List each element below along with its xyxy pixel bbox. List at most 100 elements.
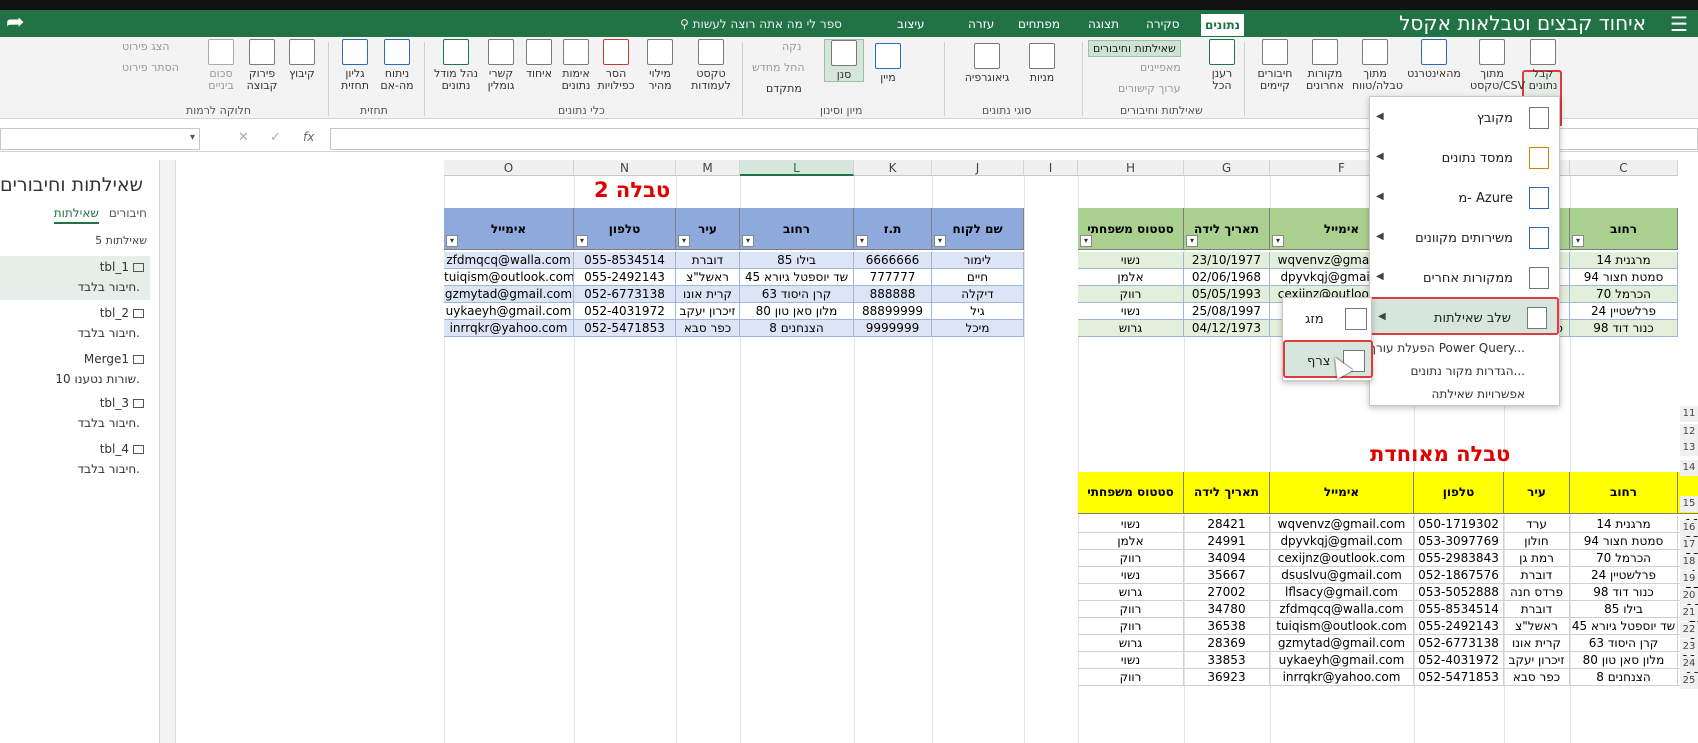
- menu-review[interactable]: סקירה: [1146, 17, 1180, 31]
- table2-cell[interactable]: tuiqism@outlook.com: [444, 269, 574, 286]
- merged-cell[interactable]: נשוי: [1078, 516, 1184, 533]
- table2-cell[interactable]: כפר סבא: [676, 320, 740, 337]
- geography-button[interactable]: גיאוגרפיה: [958, 43, 1016, 84]
- name-box[interactable]: ▾: [0, 128, 200, 150]
- merged-header[interactable]: רחוב: [1570, 472, 1678, 514]
- merged-cell[interactable]: inrrqkr@yahoo.com: [1270, 669, 1414, 686]
- table2-cell[interactable]: גיל: [932, 303, 1024, 320]
- table2-cell[interactable]: inrrqkr@yahoo.com: [444, 320, 574, 337]
- table2-cell[interactable]: לימור: [932, 252, 1024, 269]
- table2-cell[interactable]: מיכל: [932, 320, 1024, 337]
- merged-cell[interactable]: זיכרון יעקב: [1504, 652, 1570, 669]
- merged-cell[interactable]: 28369: [1184, 635, 1270, 652]
- merged-cell[interactable]: רווק: [1078, 669, 1184, 686]
- from-text-button[interactable]: מתוך טקסט/CSV: [1470, 39, 1525, 92]
- row-header[interactable]: 15: [1680, 496, 1698, 512]
- menu-design[interactable]: עיצוב: [897, 17, 925, 31]
- enter-icon[interactable]: ✓: [270, 130, 281, 145]
- merged-cell[interactable]: 053-5052888: [1414, 584, 1504, 601]
- merged-cell[interactable]: 27002: [1184, 584, 1270, 601]
- merged-cell[interactable]: רווק: [1078, 550, 1184, 567]
- menu-view[interactable]: תצוגה: [1088, 17, 1119, 31]
- data-source-settings[interactable]: הגדרות מקור נתונים...: [1411, 364, 1525, 378]
- table2-cell[interactable]: דיקלה: [932, 286, 1024, 303]
- edit-links-button[interactable]: ערוך קישורים: [1118, 82, 1181, 95]
- merged-cell[interactable]: 052-6773138: [1414, 635, 1504, 652]
- merged-cell[interactable]: קרית אונו: [1504, 635, 1570, 652]
- merged-cell[interactable]: 055-2492143: [1414, 618, 1504, 635]
- query-item[interactable]: tbl_2 חיבור בלבד.: [0, 302, 150, 346]
- column-header-g[interactable]: G: [1184, 160, 1270, 176]
- vertical-scrollbar[interactable]: [160, 160, 176, 743]
- merged-cell[interactable]: tuiqism@outlook.com: [1270, 618, 1414, 635]
- hide-detail-button[interactable]: הסתר פירוט: [122, 61, 179, 74]
- column-header-i[interactable]: I: [1024, 160, 1078, 176]
- remove-duplicates-button[interactable]: הסר כפילויות: [594, 39, 638, 92]
- merged-cell[interactable]: כנור דוד 98: [1570, 584, 1678, 601]
- consolidate-button[interactable]: איחוד: [522, 39, 556, 80]
- merged-cell[interactable]: 055-2983843: [1414, 550, 1504, 567]
- table2-cell[interactable]: קרית אונו: [676, 286, 740, 303]
- from-web-button[interactable]: מהאינטרנט: [1404, 39, 1464, 80]
- merged-cell[interactable]: אלמן: [1078, 533, 1184, 550]
- menu-help[interactable]: עזרה: [968, 17, 994, 31]
- merged-cell[interactable]: 053-3097769: [1414, 533, 1504, 550]
- menu-data[interactable]: נתונים: [1201, 14, 1245, 36]
- merged-cell[interactable]: רווק: [1078, 618, 1184, 635]
- merged-cell[interactable]: רמת גן: [1504, 550, 1570, 567]
- recent-sources-button[interactable]: מקורות אחרונים: [1302, 39, 1348, 92]
- clear-button[interactable]: נקה: [782, 40, 801, 53]
- column-header-k[interactable]: K: [854, 160, 932, 176]
- merged-cell[interactable]: גרוש: [1078, 584, 1184, 601]
- filter-dropdown-icon[interactable]: ▾: [1186, 235, 1198, 247]
- merged-cell[interactable]: חולון: [1504, 533, 1570, 550]
- merged-cell[interactable]: נשוי: [1078, 652, 1184, 669]
- table1-header[interactable]: סטטוס משפחתי ▾: [1078, 208, 1184, 250]
- filter-dropdown-icon[interactable]: ▾: [1080, 235, 1092, 247]
- table1-cell[interactable]: הכרמל 70: [1570, 286, 1678, 303]
- table2-header[interactable]: עיר ▾: [676, 208, 740, 250]
- table2-cell[interactable]: בילו 85: [740, 252, 854, 269]
- get-data-button[interactable]: קבל נתונים: [1525, 39, 1561, 92]
- table2-cell[interactable]: uykaeyh@gmail.com: [444, 303, 574, 320]
- table2-cell[interactable]: שד יוספטל גיורא 45: [740, 269, 854, 286]
- merged-cell[interactable]: 28421: [1184, 516, 1270, 533]
- table2-cell[interactable]: 052-5471853: [574, 320, 676, 337]
- tab-connections[interactable]: חיבורים: [109, 206, 147, 220]
- merged-cell[interactable]: 34780: [1184, 601, 1270, 618]
- column-header-o[interactable]: O: [444, 160, 574, 176]
- ungroup-button[interactable]: פירוק קבוצה: [242, 39, 282, 92]
- column-header-m[interactable]: M: [676, 160, 740, 176]
- merged-cell[interactable]: נשוי: [1078, 567, 1184, 584]
- merged-cell[interactable]: 055-8534514: [1414, 601, 1504, 618]
- table2-header[interactable]: ת.ז ▾: [854, 208, 932, 250]
- merged-cell[interactable]: בילו 85: [1570, 601, 1678, 618]
- merged-cell[interactable]: 34094: [1184, 550, 1270, 567]
- merged-cell[interactable]: uykaeyh@gmail.com: [1270, 652, 1414, 669]
- table1-cell[interactable]: נשוי: [1078, 252, 1184, 269]
- merged-cell[interactable]: 052-5471853: [1414, 669, 1504, 686]
- table2-header[interactable]: טלפון ▾: [574, 208, 676, 250]
- table2-cell[interactable]: gzmytad@gmail.com: [444, 286, 574, 303]
- from-table-button[interactable]: מתוך טבלה/טווח: [1352, 39, 1403, 92]
- sort-button[interactable]: מיין: [872, 43, 904, 84]
- column-header-n[interactable]: N: [574, 160, 676, 176]
- merged-header[interactable]: טלפון: [1414, 472, 1504, 514]
- table1-cell[interactable]: נשוי: [1078, 303, 1184, 320]
- table1-cell[interactable]: גרוש: [1078, 320, 1184, 337]
- stocks-button[interactable]: מניות: [1020, 43, 1064, 84]
- data-validation-button[interactable]: אימות נתונים: [556, 39, 596, 92]
- filter-dropdown-icon[interactable]: ▾: [934, 235, 946, 247]
- cancel-icon[interactable]: ✕: [238, 130, 249, 145]
- row-header[interactable]: 20: [1680, 588, 1698, 604]
- queries-connections-toggle[interactable]: שאילתות וחיבורים: [1088, 40, 1181, 57]
- table1-cell[interactable]: כנור דוד 98: [1570, 320, 1678, 337]
- table1-header[interactable]: רחוב ▾: [1570, 208, 1678, 250]
- properties-button[interactable]: מאפיינים: [1140, 61, 1181, 74]
- query-options[interactable]: אפשרויות שאילתה: [1432, 387, 1525, 401]
- table2-cell[interactable]: 9999999: [854, 320, 932, 337]
- row-header[interactable]: 17: [1680, 537, 1698, 553]
- merged-cell[interactable]: 36923: [1184, 669, 1270, 686]
- row-header[interactable]: 18: [1680, 554, 1698, 570]
- table2-header[interactable]: אימייל ▾: [444, 208, 574, 250]
